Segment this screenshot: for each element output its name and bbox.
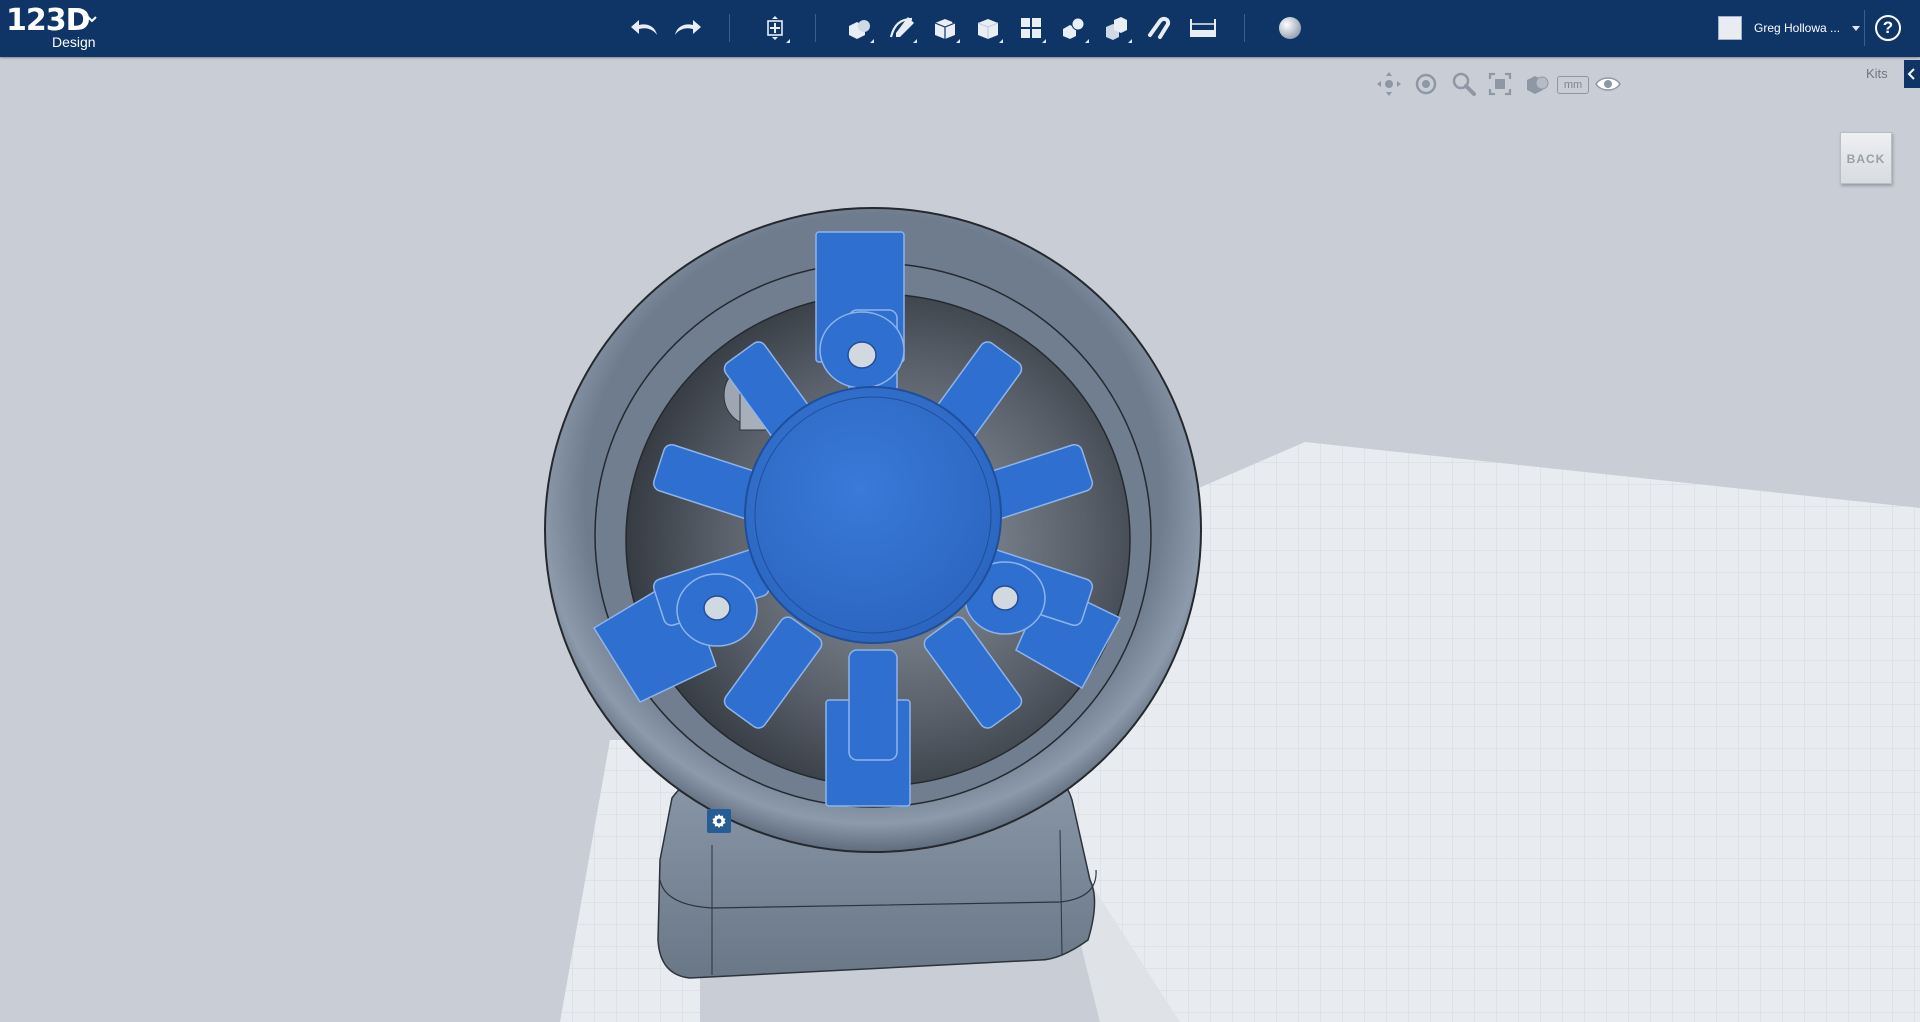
modify-button[interactable] xyxy=(971,12,1005,44)
material-button[interactable] xyxy=(1273,12,1307,44)
measure-icon xyxy=(1190,19,1216,37)
submenu-indicator xyxy=(1042,39,1046,43)
combine-icon xyxy=(1106,17,1127,40)
snap-icon xyxy=(1148,16,1171,39)
logo-text: 123D xyxy=(6,3,91,38)
submenu-indicator xyxy=(786,39,790,43)
redo-button[interactable] xyxy=(670,12,704,44)
top-toolbar: 123D Design Greg Hollowa ... ? xyxy=(0,0,1920,57)
undo-icon xyxy=(631,20,657,35)
redo-icon xyxy=(675,20,701,35)
grouping-icon xyxy=(1063,17,1085,39)
toolbar-separator xyxy=(729,14,730,42)
chevron-down-icon xyxy=(87,16,97,23)
toolbar-separator xyxy=(1244,14,1245,42)
app-menu-logo[interactable]: 123D Design xyxy=(4,4,104,52)
help-button[interactable]: ? xyxy=(1875,15,1901,41)
grouping-button[interactable] xyxy=(1057,12,1091,44)
modify-icon xyxy=(977,19,999,39)
submenu-indicator xyxy=(1085,39,1089,43)
pattern-icon xyxy=(1021,18,1041,38)
submenu-indicator xyxy=(999,39,1003,43)
primitives-button[interactable] xyxy=(842,12,876,44)
combine-button[interactable] xyxy=(1100,12,1134,44)
toolbar-separator xyxy=(815,14,816,42)
sketch-icon xyxy=(889,17,914,38)
sketch-button[interactable] xyxy=(885,12,919,44)
undo-button[interactable] xyxy=(628,12,662,44)
transform-icon xyxy=(767,16,783,40)
toolbar-separator xyxy=(1864,10,1865,46)
material-icon xyxy=(1279,17,1301,39)
transform-button[interactable] xyxy=(758,12,792,44)
pattern-button[interactable] xyxy=(1014,12,1048,44)
submenu-indicator xyxy=(956,39,960,43)
avatar xyxy=(1718,16,1742,40)
logo-subtext: Design xyxy=(52,34,96,50)
primitives-icon xyxy=(849,20,870,39)
snap-button[interactable] xyxy=(1143,12,1177,44)
object-settings-button[interactable] xyxy=(707,809,731,833)
submenu-indicator xyxy=(1128,39,1132,43)
user-name: Greg Hollowa ... xyxy=(1754,21,1841,35)
submenu-indicator xyxy=(913,39,917,43)
gear-icon xyxy=(712,814,726,828)
measure-button[interactable] xyxy=(1186,12,1220,44)
user-menu[interactable]: Greg Hollowa ... xyxy=(1718,14,1860,44)
construct-icon xyxy=(934,16,956,39)
3d-viewport[interactable] xyxy=(0,57,1920,1022)
submenu-indicator xyxy=(870,39,874,43)
construct-button[interactable] xyxy=(928,12,962,44)
dropdown-arrow-icon xyxy=(1852,26,1860,31)
